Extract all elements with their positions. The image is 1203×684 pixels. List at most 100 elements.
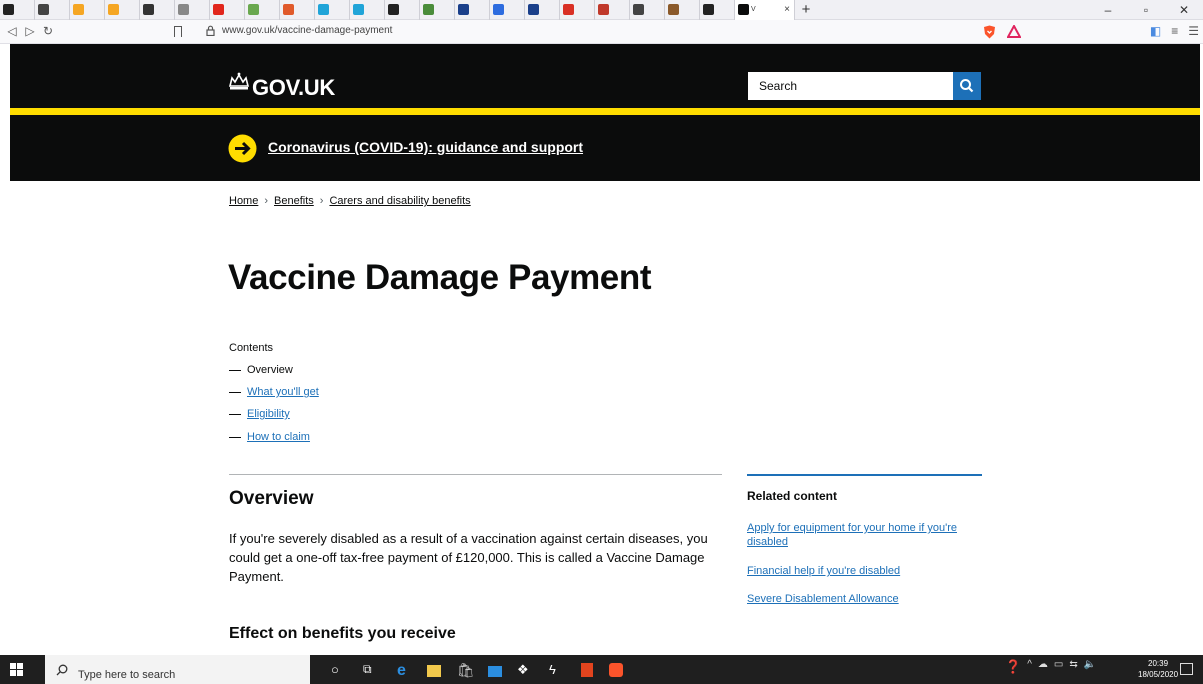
help-icon[interactable]: ❓ (1005, 659, 1021, 675)
address-bar[interactable]: www.gov.uk/vaccine-damage-payment (222, 25, 392, 36)
section-divider (229, 474, 722, 475)
breadcrumb-home[interactable]: Home (229, 195, 258, 207)
tab-favicon-icon (143, 4, 154, 15)
tab-favicon-icon (563, 4, 574, 15)
close-tab-icon[interactable]: × (784, 4, 790, 15)
tab-favicon-icon (458, 4, 469, 15)
tab-favicon-icon (633, 4, 644, 15)
bookmark-icon[interactable] (174, 26, 182, 37)
browser-tab[interactable] (140, 0, 175, 20)
brave-icon[interactable] (609, 663, 623, 677)
related-link-financial-help[interactable]: Financial help if you're disabled (747, 564, 987, 578)
search-input[interactable]: Search (748, 72, 953, 100)
tab-favicon-icon (493, 4, 504, 15)
overview-paragraph: If you're severely disabled as a result … (229, 531, 708, 584)
onedrive-icon[interactable]: ☁ (1038, 659, 1048, 675)
translate-extension-icon[interactable]: ◧ (1150, 24, 1161, 38)
reading-list-icon[interactable]: ≡ (1171, 24, 1178, 38)
forward-button[interactable]: ▷ (22, 24, 38, 38)
windows-start-icon[interactable] (10, 663, 23, 676)
browser-tab[interactable] (245, 0, 280, 20)
contents-item-eligibility[interactable]: Eligibility (229, 408, 290, 420)
chevron-up-icon[interactable]: ^ (1027, 659, 1032, 675)
contents-link[interactable]: How to claim (247, 431, 310, 443)
volume-icon[interactable]: 🔈 (1084, 659, 1096, 675)
breadcrumb: Home › Benefits › Carers and disability … (229, 195, 471, 207)
effect-on-benefits-heading: Effect on benefits you receive (229, 625, 456, 642)
browser-tab[interactable] (665, 0, 700, 20)
tab-favicon-icon (318, 4, 329, 15)
mail-icon[interactable] (488, 666, 502, 677)
tab-favicon-icon (178, 4, 189, 15)
govuk-logo[interactable]: GOV.UK (252, 75, 335, 101)
cortana-icon[interactable]: ○ (331, 662, 347, 678)
related-link-equipment[interactable]: Apply for equipment for your home if you… (747, 521, 987, 549)
tab-favicon-icon (353, 4, 364, 15)
browser-tab[interactable] (630, 0, 665, 20)
page-title: Vaccine Damage Payment (228, 258, 652, 297)
tab-favicon-icon (388, 4, 399, 15)
tab-favicon-icon (598, 4, 609, 15)
browser-tab[interactable] (210, 0, 245, 20)
active-tab[interactable]: V × (735, 0, 795, 20)
dash-icon (229, 391, 241, 393)
brave-rewards-icon[interactable] (1007, 25, 1021, 38)
new-tab-button[interactable]: + (795, 1, 817, 18)
contents-link[interactable]: Eligibility (247, 408, 290, 420)
contents-item-how-to-claim[interactable]: How to claim (229, 431, 310, 443)
breadcrumb-carers-disability[interactable]: Carers and disability benefits (329, 195, 470, 207)
tab-favicon-icon (38, 4, 49, 15)
breadcrumb-benefits[interactable]: Benefits (274, 195, 314, 207)
contents-item-what-youll-get[interactable]: What you'll get (229, 386, 319, 398)
browser-tab[interactable] (525, 0, 560, 20)
covid-guidance-link[interactable]: Coronavirus (COVID-19): guidance and sup… (268, 139, 583, 155)
battery-icon[interactable]: ▭ (1054, 659, 1063, 675)
reload-button[interactable]: ↻ (40, 24, 56, 38)
menu-icon[interactable]: ☰ (1188, 24, 1199, 38)
browser-tab[interactable] (455, 0, 490, 20)
office-icon[interactable] (581, 663, 593, 677)
browser-tab[interactable] (315, 0, 350, 20)
contents-item-overview: Overview (229, 364, 293, 376)
tab-list (0, 0, 735, 20)
contents-label: Contents (229, 342, 274, 354)
contents-link[interactable]: What you'll get (247, 386, 319, 398)
store-icon[interactable]: 🛍 (457, 662, 475, 678)
related-link-severe-disablement[interactable]: Severe Disablement Allowance (747, 592, 987, 606)
browser-tab[interactable] (385, 0, 420, 20)
govuk-header (10, 44, 1200, 108)
browser-tab[interactable] (595, 0, 630, 20)
browser-tab[interactable] (560, 0, 595, 20)
browser-tab[interactable] (350, 0, 385, 20)
window-controls: – ▫ ✕ (1089, 0, 1203, 20)
back-button[interactable]: ◁ (4, 24, 20, 38)
close-window-button[interactable]: ✕ (1165, 0, 1203, 20)
search-icon (56, 664, 68, 676)
browser-tab[interactable] (280, 0, 315, 20)
file-explorer-icon[interactable] (427, 665, 441, 677)
tab-favicon-icon (3, 4, 14, 15)
app-icon[interactable]: ϟ (549, 662, 565, 678)
lock-icon (206, 25, 215, 36)
browser-tab[interactable] (420, 0, 455, 20)
maximize-button[interactable]: ▫ (1127, 0, 1165, 20)
browser-tab[interactable] (0, 0, 35, 20)
search-button[interactable] (953, 72, 981, 100)
edge-icon[interactable]: e (397, 662, 413, 679)
related-top-border (747, 474, 982, 476)
taskbar-clock[interactable]: 20:39 18/05/2020 (1138, 658, 1178, 680)
browser-tab[interactable] (70, 0, 105, 20)
browser-tab[interactable] (35, 0, 70, 20)
covid-banner (10, 115, 1200, 181)
minimize-button[interactable]: – (1089, 0, 1127, 20)
notifications-icon[interactable] (1180, 663, 1193, 675)
browser-tab[interactable] (490, 0, 525, 20)
browser-tab[interactable] (175, 0, 210, 20)
tab-favicon-icon (423, 4, 434, 15)
browser-tab[interactable] (105, 0, 140, 20)
network-icon[interactable]: ⇆ (1069, 659, 1077, 675)
brave-shield-icon[interactable] (983, 25, 996, 39)
task-view-icon[interactable]: ⧉ (363, 662, 379, 678)
browser-tab[interactable] (700, 0, 735, 20)
dropbox-icon[interactable]: ❖ (517, 662, 533, 678)
